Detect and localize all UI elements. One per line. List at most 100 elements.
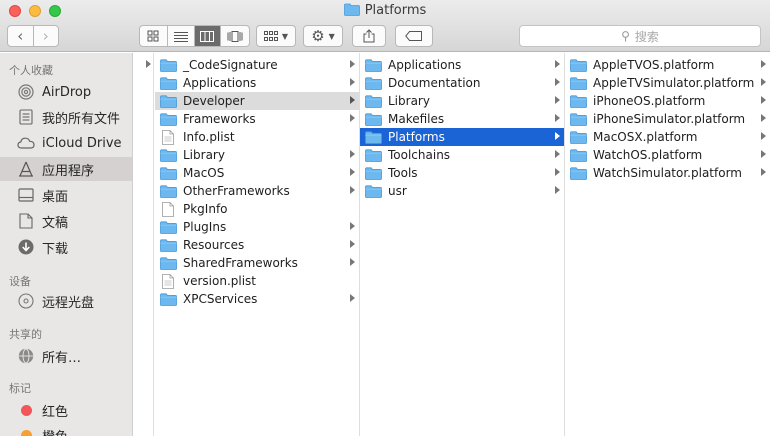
- column-view-button[interactable]: [194, 26, 222, 46]
- view-mode-selector: [139, 25, 250, 47]
- sidebar-item-desktop[interactable]: 桌面: [0, 183, 132, 207]
- list-item[interactable]: iPhoneSimulator.platform: [565, 110, 770, 128]
- list-item[interactable]: Documentation: [360, 74, 564, 92]
- sidebar-item-airdrop[interactable]: AirDrop: [0, 80, 132, 104]
- list-item[interactable]: version.plist: [155, 272, 359, 290]
- folder-icon: [159, 94, 177, 108]
- sidebar-item-label: 橙色: [42, 426, 68, 436]
- list-item[interactable]: Applications: [360, 56, 564, 74]
- folder-icon: [569, 76, 587, 90]
- list-item[interactable]: XPCServices: [155, 290, 359, 308]
- sidebar-header-devices: 设备: [9, 275, 31, 288]
- list-item-label: Applications: [183, 76, 257, 90]
- list-item-label: version.plist: [183, 274, 257, 288]
- list-item[interactable]: Resources: [155, 236, 359, 254]
- list-item[interactable]: Platforms: [360, 128, 564, 146]
- list-item[interactable]: MacOS: [155, 164, 359, 182]
- chevron-down-icon: ▼: [281, 31, 289, 41]
- list-item[interactable]: SharedFrameworks: [155, 254, 359, 272]
- sidebar-item-downloads[interactable]: 下载: [0, 235, 132, 259]
- list-item-label: Library: [388, 94, 430, 108]
- disclosure-arrow-icon: [555, 150, 560, 158]
- disclosure-arrow-icon: [350, 258, 355, 266]
- list-view-button[interactable]: [168, 26, 195, 46]
- group-by-button[interactable]: ▼: [256, 25, 296, 47]
- list-item[interactable]: Info.plist: [155, 128, 359, 146]
- sidebar-item-documents[interactable]: 文稿: [0, 209, 132, 233]
- sidebar-item-remote-disc[interactable]: 远程光盘: [0, 289, 132, 313]
- folder-icon: [159, 76, 177, 90]
- parent-column-stub: [134, 53, 154, 436]
- list-item[interactable]: Tools: [360, 164, 564, 182]
- list-item[interactable]: WatchOS.platform: [565, 146, 770, 164]
- sidebar-item-label: 文稿: [42, 215, 69, 231]
- folder-icon: [364, 94, 382, 108]
- forward-button[interactable]: ›: [34, 26, 59, 46]
- list-item[interactable]: Library: [155, 146, 359, 164]
- folder-icon: [364, 130, 382, 144]
- list-item-label: AppleTVSimulator.platform: [593, 76, 755, 90]
- list-item-label: Info.plist: [183, 130, 235, 144]
- list-item[interactable]: AppleTVOS.platform: [565, 56, 770, 74]
- file-icon: [159, 201, 177, 217]
- list-item-label: MacOSX.platform: [593, 130, 698, 144]
- sidebar-item-all-files[interactable]: 我的所有文件: [0, 105, 132, 129]
- list-item[interactable]: PlugIns: [155, 218, 359, 236]
- sidebar-item-all-shared[interactable]: 所有…: [0, 344, 132, 368]
- search-field[interactable]: ⚲ 搜索: [519, 25, 761, 47]
- icon-grid-icon: [147, 30, 159, 42]
- folder-icon: [159, 112, 177, 126]
- sidebar: 个人收藏 AirDrop 我的所有文件 iCloud Drive 应用程序 桌面…: [0, 53, 133, 436]
- list-item[interactable]: Makefiles: [360, 110, 564, 128]
- plist-file-icon: [159, 129, 177, 145]
- sidebar-item-icloud-drive[interactable]: iCloud Drive: [0, 131, 132, 155]
- edit-tags-button[interactable]: [395, 25, 433, 47]
- disclosure-arrow-icon: [350, 96, 355, 104]
- sidebar-item-label: iCloud Drive: [42, 135, 122, 151]
- sidebar-item-tag-red[interactable]: 红色: [0, 398, 132, 422]
- list-item[interactable]: iPhoneOS.platform: [565, 92, 770, 110]
- sidebar-item-applications[interactable]: 应用程序: [0, 157, 132, 181]
- back-button[interactable]: ‹: [8, 26, 34, 46]
- share-button[interactable]: [352, 25, 386, 47]
- list-item-label: Makefiles: [388, 112, 445, 126]
- applications-icon: [17, 160, 35, 178]
- sidebar-item-label: 远程光盘: [42, 295, 95, 311]
- folder-icon: [569, 166, 587, 180]
- disclosure-arrow-icon: [350, 240, 355, 248]
- columns-icon: [200, 30, 215, 42]
- tag-orange-icon: [17, 426, 35, 436]
- disclosure-arrow-icon: [350, 114, 355, 122]
- list-item-label: Frameworks: [183, 112, 256, 126]
- action-menu-button[interactable]: ⚙ ▼: [303, 25, 343, 47]
- icon-view-button[interactable]: [140, 26, 168, 46]
- disclosure-arrow-icon: [555, 96, 560, 104]
- list-item-label: SharedFrameworks: [183, 256, 298, 270]
- tag-red-icon: [17, 401, 35, 419]
- list-item[interactable]: WatchSimulator.platform: [565, 164, 770, 182]
- disclosure-arrow-icon: [555, 114, 560, 122]
- list-item-label: Applications: [388, 58, 462, 72]
- disclosure-arrow-icon: [761, 132, 766, 140]
- list-item[interactable]: AppleTVSimulator.platform: [565, 74, 770, 92]
- column-app-contents: _CodeSignature Applications Developer Frame…: [155, 53, 360, 436]
- list-item[interactable]: OtherFrameworks: [155, 182, 359, 200]
- list-item[interactable]: Frameworks: [155, 110, 359, 128]
- list-item[interactable]: Applications: [155, 74, 359, 92]
- window-title: Platforms: [0, 3, 770, 18]
- list-item[interactable]: usr: [360, 182, 564, 200]
- list-item-label: iPhoneOS.platform: [593, 94, 706, 108]
- list-lines-icon: [173, 31, 188, 42]
- list-item[interactable]: Toolchains: [360, 146, 564, 164]
- disclosure-arrow-icon: [350, 222, 355, 230]
- disclosure-arrow-icon: [761, 96, 766, 104]
- list-item[interactable]: _CodeSignature: [155, 56, 359, 74]
- list-item[interactable]: Library: [360, 92, 564, 110]
- list-item-label: PlugIns: [183, 220, 227, 234]
- list-item-label: Documentation: [388, 76, 481, 90]
- sidebar-item-tag-orange[interactable]: 橙色: [0, 423, 132, 436]
- list-item[interactable]: MacOSX.platform: [565, 128, 770, 146]
- cover-flow-view-button[interactable]: [221, 26, 249, 46]
- list-item[interactable]: PkgInfo: [155, 200, 359, 218]
- list-item[interactable]: Developer: [155, 92, 359, 110]
